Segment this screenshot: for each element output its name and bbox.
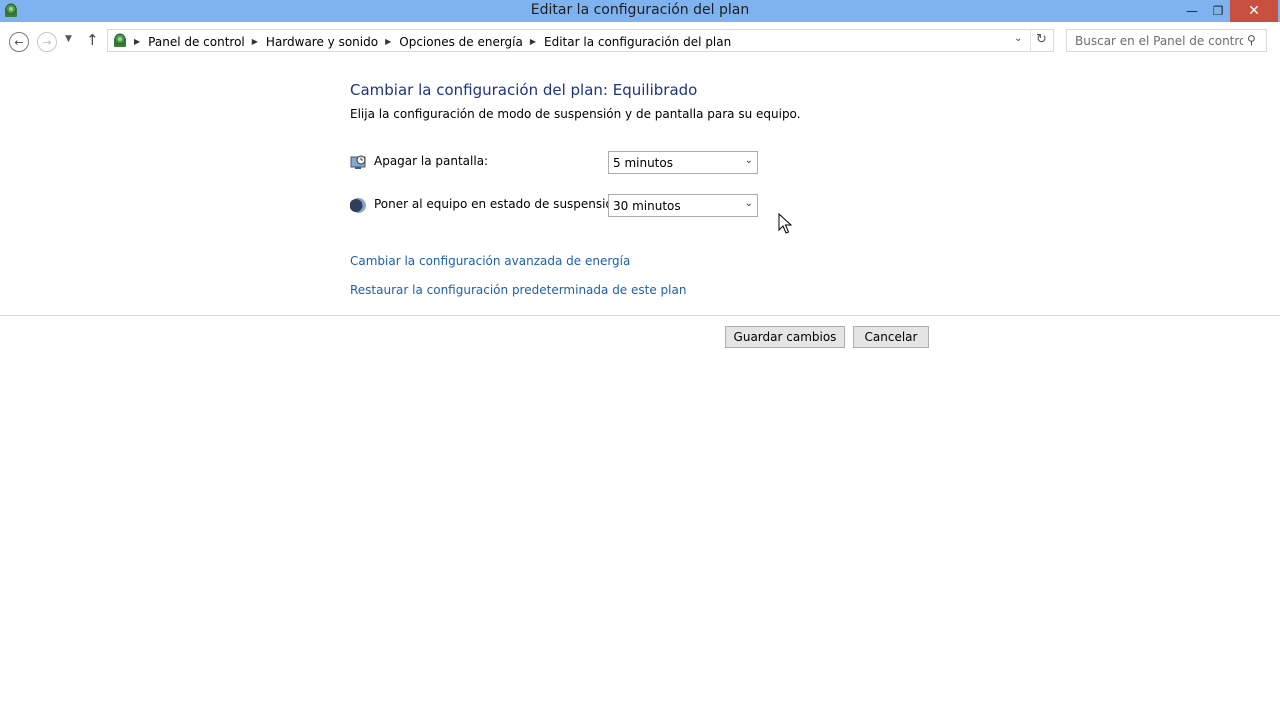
forward-button[interactable]: → [37, 32, 57, 52]
save-changes-button[interactable]: Guardar cambios [725, 326, 845, 348]
up-button[interactable]: ↑ [86, 31, 99, 49]
search-icon[interactable]: ⚲ [1247, 33, 1256, 47]
page-title: Cambiar la configuración del plan: Equil… [350, 81, 698, 99]
setting-row-display-off: Apagar la pantalla: 5 minutos ⌄ [350, 151, 770, 174]
display-off-select[interactable]: 5 minutos ⌄ [608, 151, 758, 174]
chevron-down-icon: ⌄ [744, 155, 753, 166]
mouse-cursor-icon [778, 213, 792, 234]
window-title: Editar la configuración del plan [530, 2, 750, 18]
breadcrumb-separator-icon[interactable]: ▶ [252, 37, 258, 46]
display-off-value: 5 minutos [613, 156, 673, 170]
chevron-down-icon: ▼ [65, 34, 72, 44]
address-bar[interactable]: ▶ Panel de control ▶ Hardware y sonido ▶… [107, 29, 1054, 52]
cancel-button[interactable]: Cancelar [853, 326, 929, 348]
title-bar[interactable]: Editar la configuración del plan — ❐ ✕ [0, 0, 1280, 22]
sleep-value: 30 minutos [613, 199, 681, 213]
advanced-settings-link[interactable]: Cambiar la configuración avanzada de ene… [350, 254, 630, 268]
breadcrumb-separator-icon[interactable]: ▶ [530, 37, 536, 46]
close-button[interactable]: ✕ [1230, 0, 1278, 22]
restore-defaults-link[interactable]: Restaurar la configuración predeterminad… [350, 283, 686, 297]
restore-button[interactable]: ❐ [1204, 0, 1232, 22]
moon-icon [350, 198, 366, 213]
refresh-icon: ↻ [1036, 32, 1047, 47]
breadcrumb-item-opciones-de-energia[interactable]: Opciones de energía [399, 35, 523, 49]
breadcrumb-separator-icon[interactable]: ▶ [385, 37, 391, 46]
sleep-select[interactable]: 30 minutos ⌄ [608, 194, 758, 217]
breadcrumb-item-editar-plan[interactable]: Editar la configuración del plan [544, 35, 731, 49]
search-box[interactable]: ⚲ [1066, 29, 1267, 52]
search-input[interactable] [1068, 31, 1243, 50]
monitor-clock-icon [350, 155, 366, 169]
minimize-icon: — [1186, 4, 1198, 18]
breadcrumb: ▶ Panel de control ▶ Hardware y sonido ▶… [132, 33, 731, 50]
sleep-label: Poner al equipo en estado de suspensión: [374, 197, 625, 211]
minimize-button[interactable]: — [1178, 0, 1206, 22]
setting-row-sleep: Poner al equipo en estado de suspensión:… [350, 194, 770, 217]
breadcrumb-separator-icon[interactable]: ▶ [134, 37, 140, 46]
chevron-down-icon: ⌄ [1014, 33, 1023, 44]
display-off-label: Apagar la pantalla: [374, 154, 489, 168]
arrow-right-icon: → [42, 35, 52, 49]
control-panel-icon [114, 33, 126, 47]
address-dropdown-button[interactable]: ⌄ [1014, 33, 1022, 44]
breadcrumb-item-hardware-y-sonido[interactable]: Hardware y sonido [266, 35, 378, 49]
recent-locations-button[interactable]: ▼ [65, 34, 72, 44]
address-divider [1030, 30, 1031, 51]
page-subtitle: Elija la configuración de modo de suspen… [350, 107, 801, 121]
breadcrumb-item-panel-de-control[interactable]: Panel de control [148, 35, 245, 49]
refresh-button[interactable]: ↻ [1036, 32, 1047, 47]
chevron-down-icon: ⌄ [744, 198, 753, 209]
restore-icon: ❐ [1212, 4, 1224, 18]
close-icon: ✕ [1248, 3, 1260, 19]
arrow-up-icon: ↑ [86, 31, 99, 49]
footer-divider [0, 315, 1280, 316]
arrow-left-icon: ← [14, 35, 24, 49]
back-button[interactable]: ← [9, 32, 29, 52]
navigation-bar: ← → ▼ ↑ ▶ Panel de control ▶ Hardware y … [0, 22, 1280, 60]
